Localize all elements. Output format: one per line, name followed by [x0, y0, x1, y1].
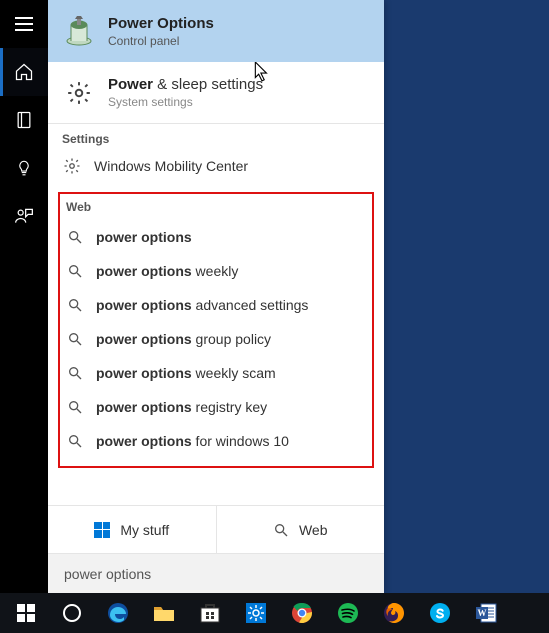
folder-icon: [152, 601, 176, 625]
search-scope-tabs: My stuff Web: [48, 505, 384, 553]
cortana-left-rail: [0, 0, 48, 593]
taskbar-spotify[interactable]: [326, 593, 370, 633]
second-match-sub: System settings: [108, 95, 263, 109]
rail-home[interactable]: [0, 48, 48, 96]
hamburger-button[interactable]: [0, 0, 48, 48]
search-icon: [66, 398, 84, 416]
rail-feedback[interactable]: [0, 192, 48, 240]
web-result[interactable]: power options group policy: [60, 322, 372, 356]
taskbar-file-explorer[interactable]: [142, 593, 186, 633]
person-feedback-icon: [14, 206, 34, 226]
web-result[interactable]: power options advanced settings: [60, 288, 372, 322]
windows-logo-icon: [17, 604, 35, 622]
search-icon: [66, 228, 84, 246]
web-result[interactable]: power options weekly scam: [60, 356, 372, 390]
taskbar-edge[interactable]: [96, 593, 140, 633]
edge-icon: [106, 601, 130, 625]
search-field-container: [48, 553, 384, 593]
search-icon: [66, 432, 84, 450]
web-result[interactable]: power options registry key: [60, 390, 372, 424]
search-icon: [66, 296, 84, 314]
mobility-label: Windows Mobility Center: [94, 158, 248, 174]
settings-tile-icon: [244, 601, 268, 625]
lightbulb-icon: [15, 159, 33, 177]
second-match-title: Power & sleep settings: [108, 76, 263, 93]
skype-icon: [428, 601, 452, 625]
taskbar-firefox[interactable]: [372, 593, 416, 633]
settings-section-header: Settings: [48, 124, 384, 150]
rail-notebook[interactable]: [0, 96, 48, 144]
best-match-sub: Control panel: [108, 34, 214, 48]
best-match-title: Power Options: [108, 15, 214, 32]
firefox-icon: [382, 601, 406, 625]
web-result[interactable]: power options weekly: [60, 254, 372, 288]
home-icon: [14, 62, 34, 82]
search-input[interactable]: [62, 565, 370, 583]
taskbar-store[interactable]: [188, 593, 232, 633]
tab-web[interactable]: Web: [216, 506, 385, 553]
search-icon: [66, 262, 84, 280]
start-button[interactable]: [4, 593, 48, 633]
web-result[interactable]: power options for windows 10: [60, 424, 372, 458]
cortana-icon: [63, 604, 81, 622]
spotify-icon: [336, 601, 360, 625]
power-options-icon: [62, 14, 96, 48]
web-result[interactable]: power options: [60, 220, 372, 254]
web-section-header: Web: [60, 200, 372, 220]
taskbar-word[interactable]: W: [464, 593, 508, 633]
taskbar-skype[interactable]: [418, 593, 462, 633]
notebook-icon: [14, 110, 34, 130]
best-match-result[interactable]: Power Options Control panel: [48, 0, 384, 62]
hamburger-icon: [15, 23, 33, 25]
search-results-panel: Power Options Control panel Power & slee…: [48, 0, 384, 593]
search-icon: [66, 330, 84, 348]
word-icon: W: [474, 601, 498, 625]
rail-lightbulb[interactable]: [0, 144, 48, 192]
windows-icon: [94, 522, 110, 538]
web-results-highlight: Web power options power options weekly p…: [58, 192, 374, 468]
chrome-icon: [290, 601, 314, 625]
svg-text:W: W: [478, 608, 487, 618]
store-icon: [198, 601, 222, 625]
settings-result-mobility[interactable]: Windows Mobility Center: [48, 150, 384, 188]
search-icon: [273, 522, 289, 538]
cortana-button[interactable]: [50, 593, 94, 633]
tab-my-stuff[interactable]: My stuff: [48, 506, 216, 553]
search-icon: [66, 364, 84, 382]
gear-icon: [62, 76, 96, 110]
taskbar: W: [0, 593, 549, 633]
taskbar-chrome[interactable]: [280, 593, 324, 633]
second-match-result[interactable]: Power & sleep settings System settings: [48, 62, 384, 124]
gear-icon: [62, 156, 82, 176]
taskbar-settings[interactable]: [234, 593, 278, 633]
mouse-cursor-icon: [254, 62, 270, 82]
